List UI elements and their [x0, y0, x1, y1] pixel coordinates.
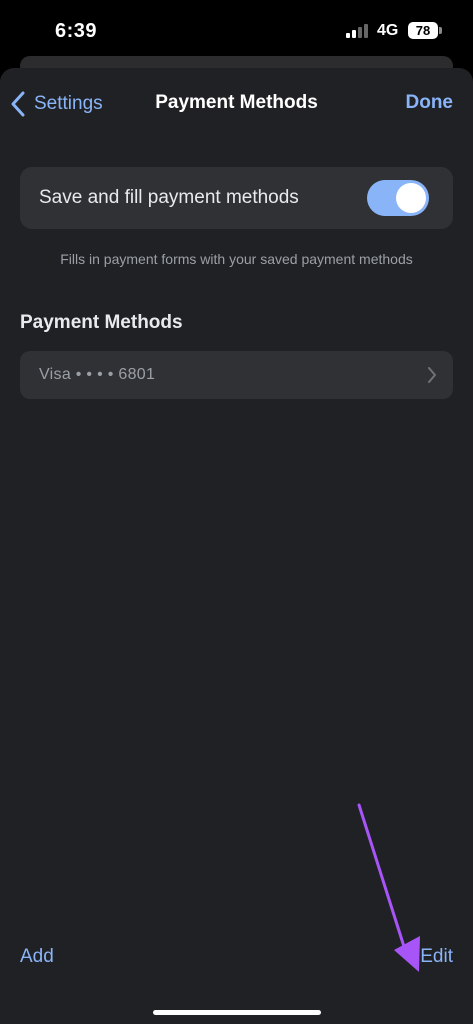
page-title: Payment Methods	[155, 92, 318, 113]
battery-tip	[439, 27, 442, 34]
payment-method-label: Visa • • • • 6801	[39, 366, 156, 383]
navigation-bar: Settings Payment Methods Done	[0, 68, 473, 140]
autofill-setting-label: Save and fill payment methods	[39, 187, 299, 208]
battery-level: 78	[415, 23, 431, 38]
status-time: 6:39	[55, 20, 98, 42]
add-button[interactable]: Add	[20, 946, 54, 968]
battery-icon: 78	[408, 22, 438, 39]
arrow-icon	[357, 803, 420, 972]
cellular-signal-icon	[346, 24, 368, 38]
network-type: 4G	[377, 22, 399, 39]
done-button[interactable]: Done	[406, 92, 454, 114]
payment-method-row[interactable]: Visa • • • • 6801	[20, 351, 453, 399]
autofill-setting-card: Save and fill payment methods	[20, 167, 453, 229]
home-indicator	[153, 1010, 321, 1015]
status-bar: 6:39 4G 78	[0, 0, 473, 60]
payment-methods-sheet: Settings Payment Methods Done Save and f…	[0, 68, 473, 1024]
autofill-caption: Fills in payment forms with your saved p…	[60, 251, 413, 267]
toggle-knob	[396, 183, 426, 213]
chevron-right-icon	[428, 367, 436, 383]
autofill-toggle[interactable]	[367, 180, 429, 216]
section-title: Payment Methods	[20, 312, 183, 333]
